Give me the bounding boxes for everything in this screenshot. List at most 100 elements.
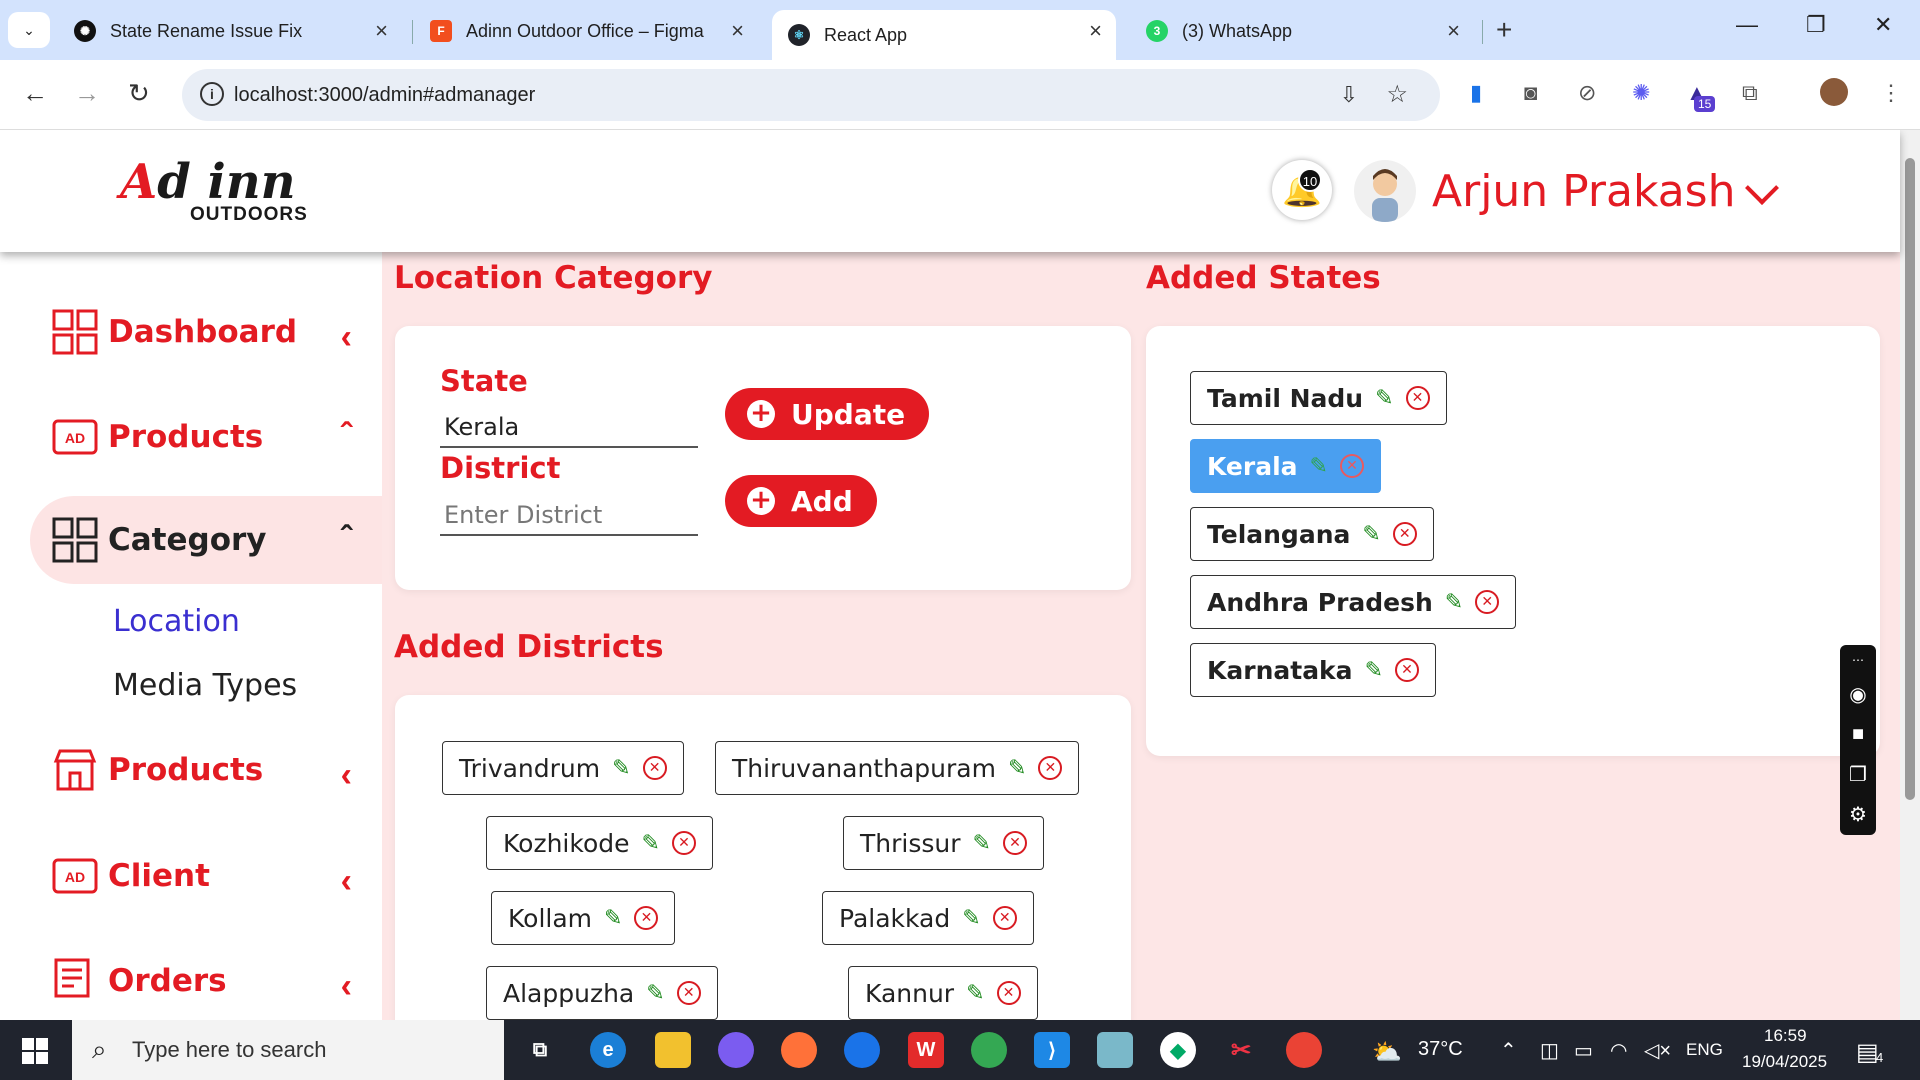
edit-icon[interactable]: ✎ bbox=[1008, 756, 1026, 781]
weather-icon[interactable]: ⛅ bbox=[1372, 1038, 1402, 1067]
snipping-tool-icon[interactable]: ✂ bbox=[1223, 1032, 1259, 1068]
camera-extension-icon[interactable]: ◙ bbox=[1524, 80, 1537, 106]
chrome-alt-icon[interactable] bbox=[1286, 1032, 1322, 1068]
district-chip[interactable]: Thrissur ✎ ✕ bbox=[843, 816, 1044, 870]
district-chip[interactable]: Kannur ✎ ✕ bbox=[848, 966, 1038, 1020]
sidebar-sub-location[interactable]: Location bbox=[113, 604, 240, 639]
district-chip[interactable]: Thiruvananthapuram ✎ ✕ bbox=[715, 741, 1080, 795]
new-tab-icon[interactable]: + bbox=[1496, 14, 1512, 46]
weather-temp[interactable]: 37°C bbox=[1418, 1038, 1463, 1061]
camera-icon[interactable]: ◉ bbox=[1849, 682, 1866, 707]
tab-search-button[interactable]: ⌄ bbox=[8, 12, 50, 48]
tab-react-app[interactable]: ⚛ React App × bbox=[772, 10, 1116, 60]
district-chip[interactable]: Kollam ✎ ✕ bbox=[491, 891, 676, 945]
menu-kebab-icon[interactable]: ⋮ bbox=[1880, 80, 1902, 106]
firefox-icon[interactable] bbox=[781, 1032, 817, 1068]
chrome-icon[interactable] bbox=[844, 1032, 880, 1068]
task-view-icon[interactable]: ⧉ bbox=[522, 1032, 558, 1068]
tab-figma[interactable]: F Adinn Outdoor Office – Figma × bbox=[414, 10, 758, 52]
mongodb-icon[interactable]: ◆ bbox=[1160, 1032, 1196, 1068]
district-chip[interactable]: Palakkad ✎ ✕ bbox=[822, 891, 1034, 945]
compass-extension-icon[interactable]: ⊘ bbox=[1578, 80, 1596, 106]
add-button[interactable]: + Add bbox=[725, 475, 877, 527]
state-chip-selected[interactable]: Kerala ✎ ✕ bbox=[1190, 439, 1381, 493]
sidebar-item-products-store[interactable]: Products ‹ bbox=[52, 740, 352, 800]
wps-icon[interactable]: W bbox=[908, 1032, 944, 1068]
speaker-muted-icon[interactable]: ◁× bbox=[1644, 1038, 1671, 1063]
chrome-profile-icon[interactable] bbox=[971, 1032, 1007, 1068]
file-explorer-icon[interactable] bbox=[655, 1032, 691, 1068]
clock-time[interactable]: 16:59 bbox=[1764, 1026, 1807, 1046]
delete-circle-icon[interactable]: ✕ bbox=[671, 831, 696, 855]
chevron-up-tray-icon[interactable]: ⌃ bbox=[1500, 1038, 1517, 1063]
edit-icon[interactable]: ✎ bbox=[962, 906, 980, 931]
reload-icon[interactable]: ↻ bbox=[128, 78, 150, 109]
taskbar-search[interactable]: ⌕ Type here to search bbox=[72, 1020, 504, 1080]
sidebar-item-dashboard[interactable]: Dashboard ‹ bbox=[52, 302, 352, 362]
vscode-icon[interactable]: ⟩ bbox=[1034, 1032, 1070, 1068]
address-bar[interactable]: i localhost:3000/admin#admanager ⇩ ☆ bbox=[182, 69, 1440, 121]
delete-circle-icon[interactable]: ✕ bbox=[642, 756, 667, 780]
edit-icon[interactable]: ✎ bbox=[966, 981, 984, 1006]
scroll-thumb[interactable] bbox=[1905, 158, 1915, 800]
puzzle-extensions-icon[interactable]: ⧉ bbox=[1742, 80, 1758, 106]
state-input[interactable] bbox=[440, 408, 698, 448]
edit-icon[interactable]: ✎ bbox=[1445, 590, 1463, 615]
restore-icon[interactable]: ❐ bbox=[1806, 12, 1826, 38]
edge-icon[interactable]: e bbox=[590, 1032, 626, 1068]
delete-circle-icon[interactable]: ✕ bbox=[1475, 590, 1500, 614]
copilot-icon[interactable] bbox=[718, 1032, 754, 1068]
close-tab-icon[interactable]: × bbox=[1089, 20, 1102, 42]
adinn-logo[interactable]: Ad inn OUTDOORS bbox=[112, 152, 308, 232]
close-tab-icon[interactable]: × bbox=[375, 20, 388, 42]
page-scrollbar[interactable] bbox=[1900, 130, 1920, 1020]
edit-icon[interactable]: ✎ bbox=[1310, 454, 1328, 479]
state-chip[interactable]: Tamil Nadu ✎ ✕ bbox=[1190, 371, 1447, 425]
edit-icon[interactable]: ✎ bbox=[1362, 522, 1380, 547]
edit-icon[interactable]: ✎ bbox=[642, 831, 660, 856]
windows-start-icon[interactable] bbox=[22, 1038, 48, 1064]
close-tab-icon[interactable]: × bbox=[731, 20, 744, 42]
district-chip[interactable]: Kozhikode ✎ ✕ bbox=[486, 816, 713, 870]
district-chip[interactable]: Alappuzha ✎ ✕ bbox=[486, 966, 718, 1020]
extension-icon[interactable]: ▮ bbox=[1470, 80, 1482, 106]
delete-circle-icon[interactable]: ✕ bbox=[1392, 522, 1417, 546]
sidebar-item-category[interactable]: Category ˆ bbox=[52, 510, 352, 570]
state-chip[interactable]: Karnataka ✎ ✕ bbox=[1190, 643, 1436, 697]
tab-state-rename[interactable]: ✺ State Rename Issue Fix × bbox=[58, 10, 402, 52]
windows-icon[interactable]: ❐ bbox=[1849, 762, 1867, 787]
edit-icon[interactable]: ✎ bbox=[612, 756, 630, 781]
delete-circle-icon[interactable]: ✕ bbox=[1038, 756, 1063, 780]
install-app-icon[interactable]: ⇩ bbox=[1340, 82, 1358, 108]
delete-circle-icon[interactable]: ✕ bbox=[1405, 386, 1430, 410]
delete-circle-icon[interactable]: ✕ bbox=[992, 906, 1017, 930]
site-info-icon[interactable]: i bbox=[200, 82, 224, 106]
district-chip[interactable]: Trivandrum ✎ ✕ bbox=[442, 741, 684, 795]
clock-date[interactable]: 19/04/2025 bbox=[1742, 1052, 1827, 1072]
tab-whatsapp[interactable]: 3 (3) WhatsApp × bbox=[1130, 10, 1474, 52]
profile-avatar[interactable] bbox=[1820, 78, 1848, 106]
sidebar-item-orders[interactable]: Orders ‹ bbox=[52, 951, 352, 1011]
forward-icon[interactable]: → bbox=[74, 78, 100, 109]
state-chip[interactable]: Telangana ✎ ✕ bbox=[1190, 507, 1434, 561]
state-chip[interactable]: Andhra Pradesh ✎ ✕ bbox=[1190, 575, 1517, 629]
sidebar-item-client[interactable]: AD Client ‹ bbox=[52, 846, 352, 906]
camera-tray-icon[interactable]: ◫ bbox=[1540, 1038, 1559, 1063]
back-icon[interactable]: ← bbox=[22, 78, 48, 109]
close-tab-icon[interactable]: × bbox=[1447, 20, 1460, 42]
district-input[interactable] bbox=[440, 496, 698, 536]
notification-bell-icon[interactable]: 🔔 10 bbox=[1272, 160, 1332, 220]
video-camera-icon[interactable]: ■ bbox=[1852, 723, 1864, 746]
delete-circle-icon[interactable]: ✕ bbox=[634, 906, 659, 930]
gear-extension-icon[interactable]: ✺ bbox=[1632, 80, 1650, 106]
user-name[interactable]: Arjun Prakash bbox=[1432, 166, 1735, 217]
notepad-icon[interactable] bbox=[1097, 1032, 1133, 1068]
edit-icon[interactable]: ✎ bbox=[646, 981, 664, 1006]
update-button[interactable]: + Update bbox=[725, 388, 930, 440]
settings-gear-icon[interactable]: ⚙ bbox=[1849, 802, 1867, 827]
delete-circle-icon[interactable]: ✕ bbox=[1395, 658, 1419, 682]
edit-icon[interactable]: ✎ bbox=[1365, 658, 1383, 683]
wifi-icon[interactable]: ◠ bbox=[1610, 1038, 1627, 1063]
edit-icon[interactable]: ✎ bbox=[1375, 386, 1393, 411]
user-avatar[interactable] bbox=[1354, 160, 1416, 222]
